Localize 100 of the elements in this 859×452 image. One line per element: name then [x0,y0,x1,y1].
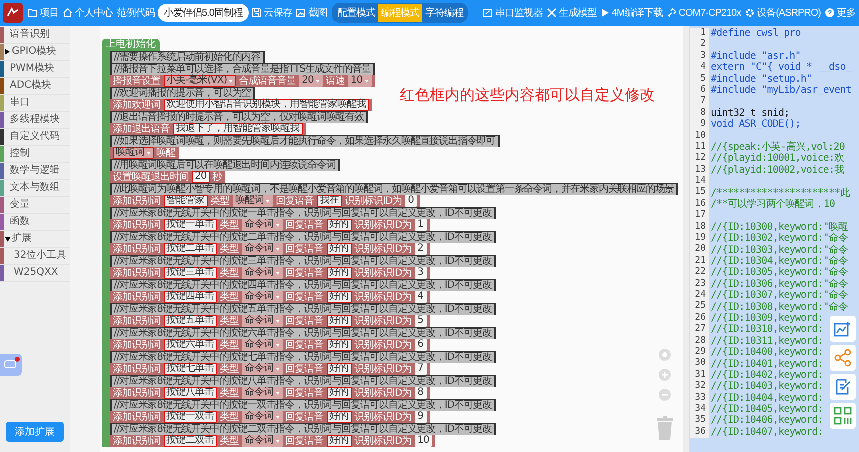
code-line: //{playid:10002,voice:我 [710,164,844,176]
code-line: //{ID:10309,keyword: [710,312,824,324]
code-line: //{ID:10303,keyword:"命令 [710,244,848,256]
line-number: 23 [690,278,709,290]
line-number: 15 [690,187,709,199]
share-icon[interactable] [830,345,856,371]
folder-icon [28,8,38,18]
text-field[interactable]: 好的 [326,339,352,351]
comment-text: //对应米家8键无线开关中的按键一双击指令，识别词与回复语可以自定义更改，ID不可更改 [112,400,494,410]
image-icon [296,8,306,18]
chart-icon[interactable] [830,316,856,342]
code-line: //{ID:10404,keyword: [710,392,824,404]
chat-button[interactable] [0,354,22,376]
text-field[interactable]: 欢迎使用小智语音识别模块，用智能管家唤醒我 [164,99,369,111]
dropdown-field[interactable]: 命令词 [242,243,282,255]
dropdown-field[interactable]: 命令词 [242,219,282,231]
number-field[interactable]: 20 [192,171,210,183]
code-line: /**********************此 [710,188,850,199]
text-field[interactable]: 按键四单击 [164,291,217,303]
crossed-tools-icon [546,8,557,18]
number-field[interactable]: 9 [414,411,427,423]
text-field[interactable]: 好的 [326,411,352,423]
text-field[interactable]: 好的 [326,435,352,447]
line-number: 28 [690,336,709,347]
dropdown-field[interactable]: 10 [348,75,372,87]
number-field[interactable]: 8 [414,387,427,399]
number-field[interactable]: 4 [414,291,427,303]
text-field[interactable]: 按键三单击 [164,267,217,279]
dropdown-field[interactable]: 命令词 [242,267,282,279]
block-label: 回复语音 [286,268,324,278]
qr-code-icon[interactable] [830,403,856,429]
code-line: //{ID:10405,keyword: [710,404,824,416]
number-field[interactable]: 3 [414,267,427,279]
comment-text: //此唤醒词为唤醒小智专用的唤醒词，不是唤醒小爱音箱的唤醒词，如唤醒小爱音箱可以设置第一条命令词，并在米家内关联相应的场景 [112,184,676,194]
text-field[interactable]: 按键一双击 [164,411,217,423]
dropdown-field[interactable]: 命令词 [242,291,282,303]
number-field[interactable]: 0 [405,195,418,207]
text-field[interactable]: 好的 [326,387,352,399]
edit-note-icon[interactable] [830,374,856,400]
block-label: 秒 [212,172,222,182]
scrollbar[interactable] [683,26,689,452]
text-field[interactable]: 按键五单击 [164,315,217,327]
block-label: 添加退出语音 [113,124,170,134]
block-label: 回复语音 [276,196,314,206]
block-label: 识别标识ID为 [354,244,412,254]
text-field[interactable]: 按键六单击 [164,339,217,351]
dropdown-field[interactable]: 20 [299,75,323,87]
dropdown-field[interactable]: 命令词 [242,435,282,447]
line-number: 33 [690,392,709,404]
text-field[interactable]: 按键七单击 [164,363,217,375]
block-label: 类型 [220,220,239,230]
project-name-field[interactable]: 小爱伴侣5.0固制程 [158,4,249,22]
line-number: 14 [690,176,709,188]
text-field[interactable]: 好的 [326,363,352,375]
mode-tab[interactable]: 字符编程 [422,4,466,22]
number-field[interactable]: 1 [414,219,427,231]
number-field[interactable]: 2 [414,243,427,255]
dropdown-field[interactable]: 命令词 [242,315,282,327]
dropdown-field[interactable]: 命令词 [242,411,282,423]
text-field[interactable]: 按键八单击 [164,387,217,399]
line-number: 22 [690,267,709,279]
dropdown-field[interactable]: 命令词 [242,339,282,351]
block-label: 回复语音 [286,316,324,326]
dropdown-field[interactable]: 命令词 [242,387,282,399]
number-field[interactable]: 6 [414,339,427,351]
block-label: 类型 [220,436,239,446]
text-field[interactable]: 智能管家 [164,195,208,207]
code-line: //{ID:10306,keyword:"命令 [710,278,848,290]
number-field[interactable]: 5 [414,315,427,327]
logo-icon[interactable] [3,3,23,23]
block-label: 回复语音 [286,340,324,350]
line-number: 34 [690,404,709,416]
code-line: //{ID:10308,keyword:"命令 [710,302,848,313]
text-field[interactable]: 好的 [326,267,352,279]
block-label: 回复语音 [286,244,324,254]
code-line: //{ID:10304,keyword:"命令 [710,256,848,267]
line-number: 20 [690,244,709,256]
text-field[interactable]: 好的 [326,291,352,303]
text-field[interactable]: 我退下了，用智能管家唤醒我 [173,123,302,135]
text-field[interactable]: 好的 [326,315,352,327]
dropdown-field[interactable]: 唤醒词 [232,195,273,207]
dropdown-field[interactable]: 命令词 [242,363,282,375]
block-label: 添加识别词 [113,412,160,422]
mode-tab[interactable]: 配置模式 [334,4,378,22]
code-line: //{speak:小英-高兴,vol:20 [710,142,845,154]
comment-text: //播报音下拉菜单可以选择，合成音量是指TTS生成文件的音量 [112,64,374,74]
text-field[interactable]: 按键二双击 [164,435,217,447]
text-field[interactable]: 好的 [326,243,352,255]
dropdown-field[interactable]: 小美-毫米(VX) [164,75,236,87]
number-field[interactable]: 10 [414,435,432,447]
code-line: //{ID:10311,keyword: [710,336,824,347]
text-field[interactable]: 好的 [326,219,352,231]
dropdown-field[interactable]: 唤醒词 [113,147,154,159]
expand-arrow-icon[interactable] [5,49,10,55]
text-field[interactable]: 按键一单击 [164,219,217,231]
text-field[interactable]: 我在 [317,195,342,207]
text-field[interactable]: 按键二单击 [164,243,217,255]
expand-arrow-icon[interactable] [5,236,11,242]
number-field[interactable]: 7 [414,363,427,375]
line-number: 19 [690,233,709,244]
